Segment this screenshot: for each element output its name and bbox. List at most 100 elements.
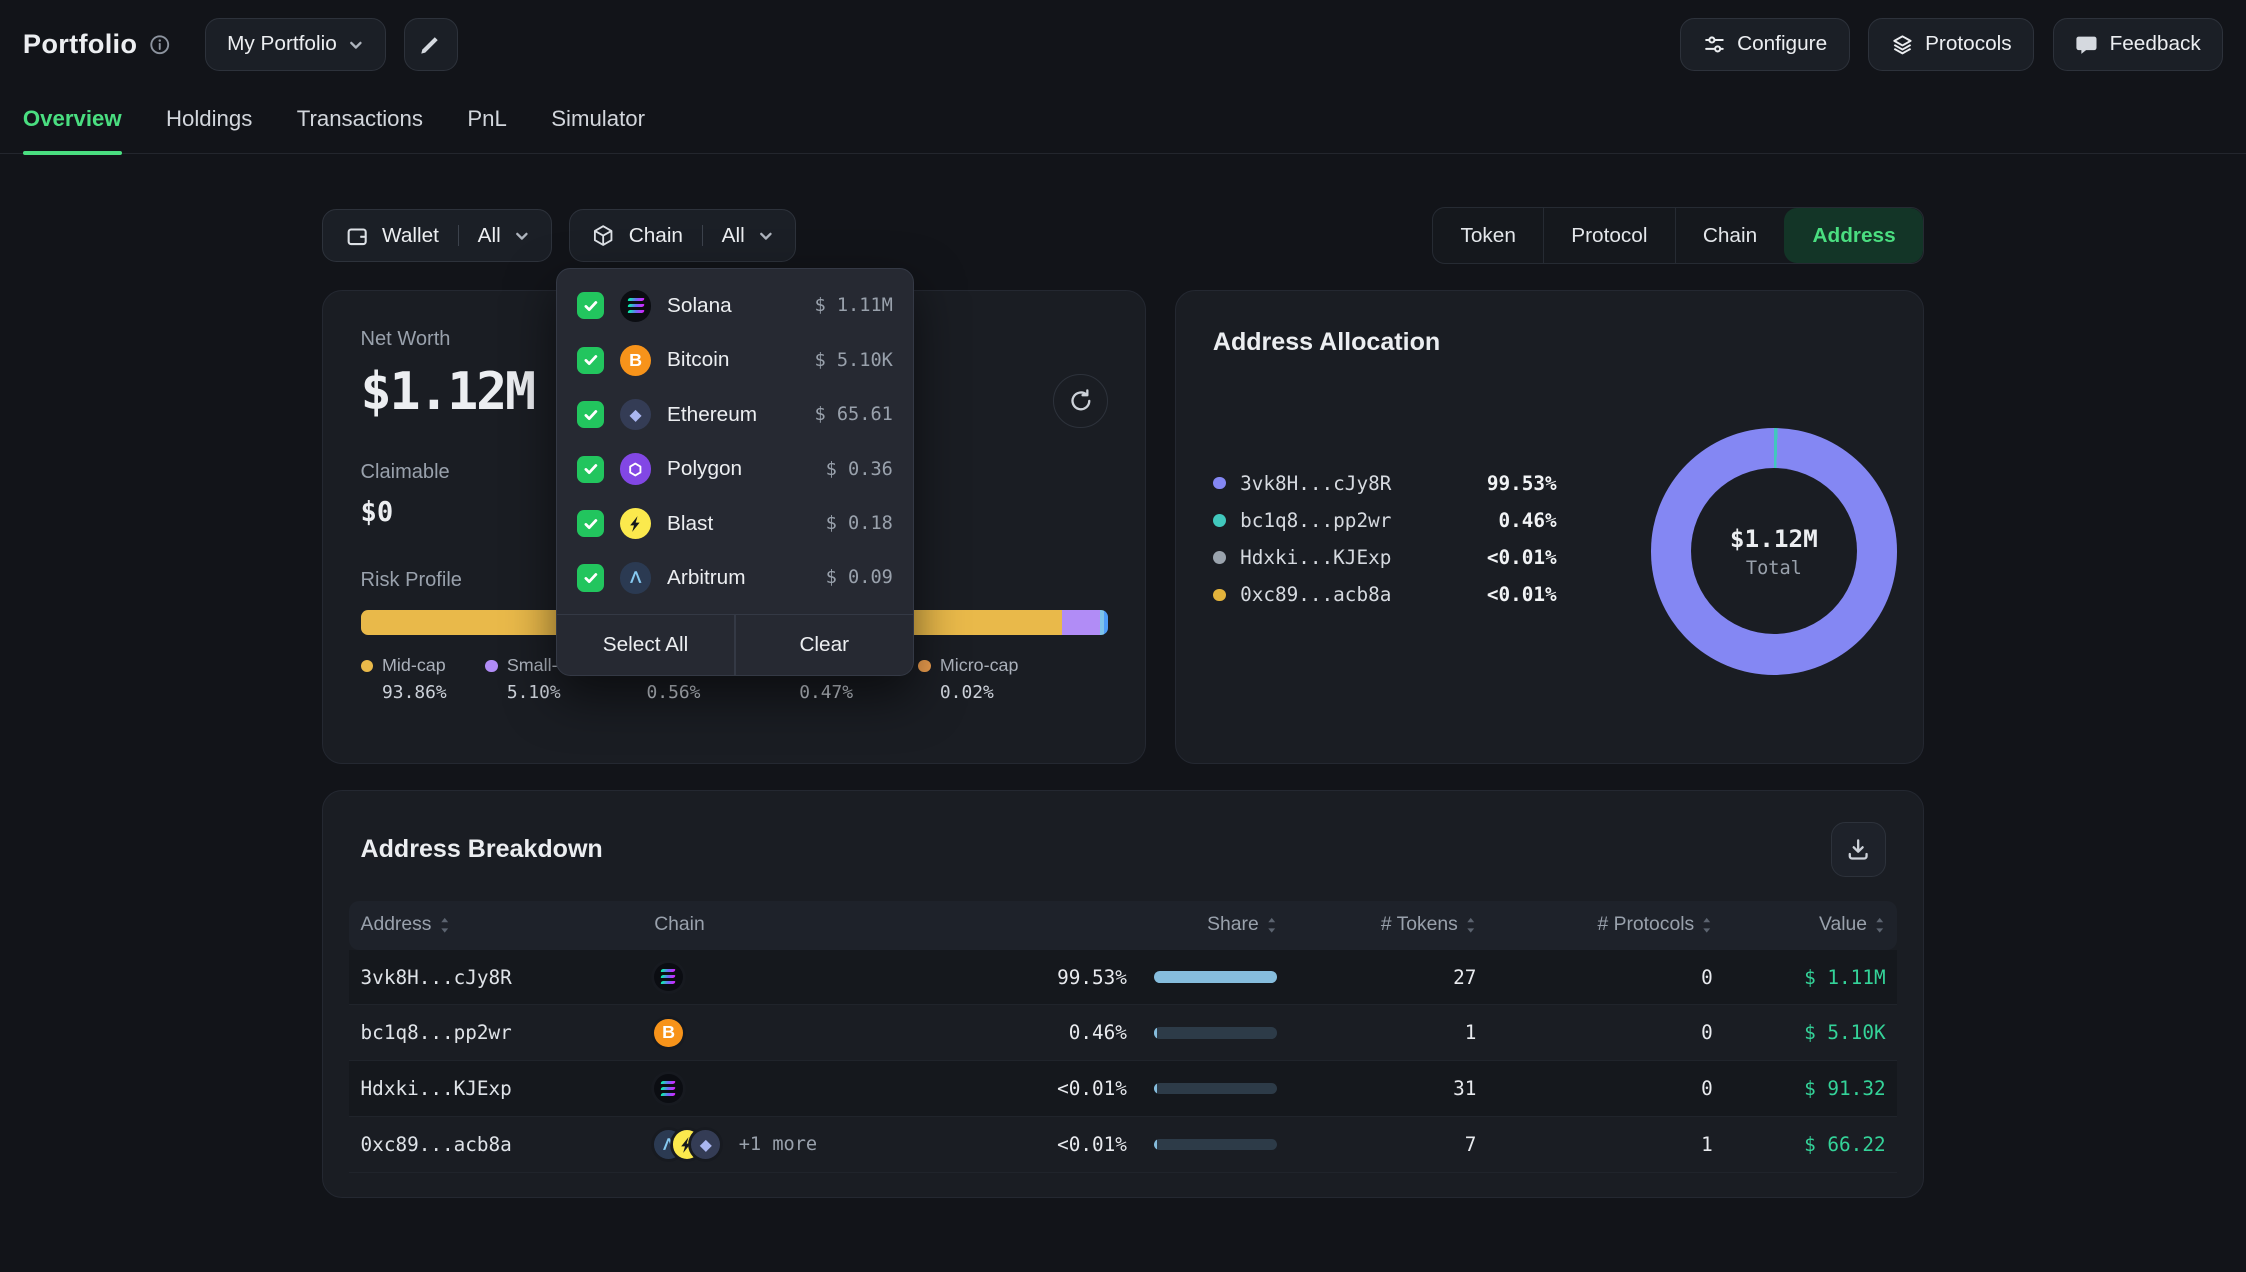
allocation-address: 0xc89...acb8a (1240, 583, 1391, 606)
chain-option-polygon[interactable]: Polygon$ 0.36 (557, 442, 913, 496)
column-header-share[interactable]: Share (994, 914, 1295, 936)
chain-option-name: Ethereum (667, 403, 757, 427)
legend-dot-icon (485, 660, 498, 673)
share-value: <0.01% (1057, 1133, 1127, 1156)
checkbox-checked-icon[interactable] (577, 401, 604, 428)
share-bar-track (1154, 1139, 1277, 1150)
solana-icon (620, 290, 652, 322)
clear-button[interactable]: Clear (736, 615, 913, 676)
share-bar-track (1154, 1083, 1277, 1094)
configure-button[interactable]: Configure (1680, 18, 1849, 71)
chain-cube-icon (591, 224, 615, 248)
chain-filter-button[interactable]: Chain All (569, 209, 796, 262)
legend-dot-icon (361, 660, 374, 673)
checkbox-checked-icon[interactable] (577, 456, 604, 483)
blast-icon (620, 508, 652, 540)
chain-cell (643, 963, 994, 992)
share-bar-fill (1154, 1027, 1156, 1038)
chain-icons (654, 963, 683, 992)
select-all-button[interactable]: Select All (557, 615, 734, 676)
share-cell: <0.01% (994, 1133, 1295, 1156)
legend-dot-icon (1213, 477, 1226, 490)
share-bar-track (1154, 1027, 1277, 1038)
edit-portfolio-button[interactable] (404, 18, 458, 71)
chain-option-value: $ 65.61 (814, 404, 892, 425)
tab-transactions[interactable]: Transactions (297, 106, 423, 153)
checkbox-checked-icon[interactable] (577, 564, 604, 591)
breakdown-header: Address Breakdown (349, 822, 1897, 876)
chain-option-value: $ 5.10K (814, 350, 892, 371)
feedback-label: Feedback (2110, 32, 2201, 56)
protocols-label: Protocols (1925, 32, 2012, 56)
value-cell: $ 1.11M (1724, 966, 1897, 989)
portfolio-selector[interactable]: My Portfolio (205, 18, 387, 71)
chain-option-bitcoin[interactable]: BBitcoin$ 5.10K (557, 333, 913, 387)
tab-pnl[interactable]: PnL (467, 106, 506, 153)
column-header--tokens[interactable]: # Tokens (1295, 914, 1488, 936)
chain-option-arbitrum[interactable]: Arbitrum $ 0.09 (557, 551, 913, 605)
allocation-legend-item: 3vk8H...cJy8R99.53% (1213, 472, 1557, 495)
chain-cell: B (643, 1019, 994, 1048)
value-cell: $ 91.32 (1724, 1077, 1897, 1100)
share-cell: <0.01% (994, 1077, 1295, 1100)
checkbox-checked-icon[interactable] (577, 347, 604, 374)
column-header--protocols[interactable]: # Protocols (1488, 914, 1724, 936)
tab-simulator[interactable]: Simulator (551, 106, 645, 153)
table-row[interactable]: 0xc89...acb8a◆+1 more<0.01%71$ 66.22 (349, 1117, 1897, 1173)
risk-legend-pct: 0.02% (940, 682, 1019, 703)
configure-label: Configure (1737, 32, 1827, 56)
column-label: Value (1819, 914, 1867, 936)
donut-center: $1.12M Total (1691, 468, 1857, 634)
info-icon[interactable] (149, 34, 170, 55)
chain-more-label: +1 more (739, 1134, 817, 1155)
refresh-icon (1068, 388, 1094, 414)
content: Wallet All Chain All Token Protocol Chai… (322, 207, 1924, 1197)
view-mode-token[interactable]: Token (1433, 208, 1543, 262)
column-header-address[interactable]: Address (349, 914, 643, 936)
feedback-button[interactable]: Feedback (2053, 18, 2224, 71)
risk-legend-pct: 5.10% (507, 682, 587, 703)
dropdown-footer: Select All Clear (557, 614, 913, 676)
chain-option-name: Arbitrum (667, 566, 745, 590)
bitcoin-icon: B (620, 345, 652, 377)
table-row[interactable]: Hdxki...KJExp<0.01%310$ 91.32 (349, 1061, 1897, 1117)
view-mode-toggle: Token Protocol Chain Address (1432, 207, 1924, 263)
checkbox-checked-icon[interactable] (577, 292, 604, 319)
feedback-icon (2075, 33, 2098, 56)
column-label: Share (1207, 914, 1259, 936)
refresh-button[interactable] (1053, 374, 1107, 428)
download-button[interactable] (1831, 822, 1885, 876)
column-header-value[interactable]: Value (1724, 914, 1897, 936)
checkbox-checked-icon[interactable] (577, 510, 604, 537)
legend-dot-icon (1213, 589, 1226, 602)
portfolio-selector-label: My Portfolio (227, 32, 337, 56)
filters-row: Wallet All Chain All Token Protocol Chai… (322, 207, 1924, 263)
chain-option-value: $ 0.09 (826, 567, 893, 588)
sort-icon (1465, 916, 1476, 935)
view-mode-chain[interactable]: Chain (1675, 208, 1785, 262)
portfolio-app: Portfolio My Portfolio Configure Protoco… (0, 0, 2246, 1272)
allocation-title: Address Allocation (1213, 328, 1886, 357)
column-label: # Tokens (1381, 914, 1458, 936)
allocation-pct: <0.01% (1487, 546, 1557, 569)
chain-option-solana[interactable]: Solana$ 1.11M (557, 279, 913, 333)
tokens-count-cell: 7 (1295, 1133, 1488, 1156)
tab-overview[interactable]: Overview (23, 106, 122, 153)
column-label: Chain (654, 914, 705, 936)
chevron-down-icon (758, 228, 774, 244)
protocols-button[interactable]: Protocols (1868, 18, 2034, 71)
tab-holdings[interactable]: Holdings (166, 106, 252, 153)
view-mode-protocol[interactable]: Protocol (1543, 208, 1675, 262)
chain-option-ethereum[interactable]: ◆Ethereum$ 65.61 (557, 388, 913, 442)
share-cell: 0.46% (994, 1021, 1295, 1044)
view-mode-address[interactable]: Address (1784, 208, 1923, 262)
table-row[interactable]: 3vk8H...cJy8R99.53%270$ 1.11M (349, 950, 1897, 1006)
table-row[interactable]: bc1q8...pp2wrB0.46%10$ 5.10K (349, 1005, 1897, 1061)
allocation-pct: <0.01% (1487, 583, 1557, 606)
sort-icon (1266, 916, 1277, 935)
wallet-filter-button[interactable]: Wallet All (322, 209, 552, 262)
polygon-icon (620, 453, 652, 485)
chain-icons: B (654, 1019, 683, 1048)
protocols-count-cell: 0 (1488, 966, 1724, 989)
chain-option-blast[interactable]: Blast$ 0.18 (557, 496, 913, 550)
